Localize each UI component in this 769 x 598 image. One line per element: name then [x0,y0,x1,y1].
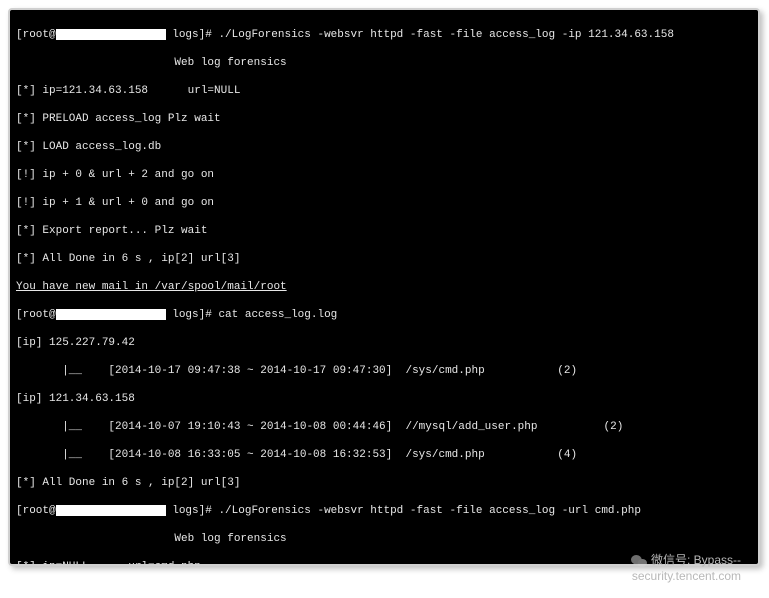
watermark-name: Bypass-- [694,553,741,567]
ip-header: [ip] 121.34.63.158 [16,392,752,406]
banner-line: Web log forensics [16,532,752,546]
watermark: 微信号: Bypass-- security.tencent.com [631,552,741,584]
prompt-user: root@ [23,505,56,517]
terminal-window[interactable]: [root@ logs]# ./LogForensics -websvr htt… [8,8,760,566]
output-line: [*] PRELOAD access_log Plz wait [16,112,752,126]
banner-line: Web log forensics [16,56,752,70]
log-row: |__ [2014-10-08 16:33:05 ~ 2014-10-08 16… [16,448,752,462]
command-2: cat access_log.log [218,309,337,321]
command-3: ./LogForensics -websvr httpd -fast -file… [218,505,640,517]
prompt-line-1: [root@ logs]# ./LogForensics -websvr htt… [16,28,752,42]
prompt-path: logs]# [172,309,212,321]
output-line: [*] All Done in 6 s , ip[2] url[3] [16,252,752,266]
output-line: [*] All Done in 6 s , ip[2] url[3] [16,476,752,490]
output-line: [*] LOAD access_log.db [16,140,752,154]
watermark-label: 微信号: [651,553,694,567]
prompt-user: root@ [23,29,56,41]
prompt-user: root@ [23,309,56,321]
watermark-top: 微信号: Bypass-- [631,552,741,568]
redacted-host [56,505,166,516]
ip-header: [ip] 125.227.79.42 [16,336,752,350]
output-line: [!] ip + 1 & url + 0 and go on [16,196,752,210]
command-1: ./LogForensics -websvr httpd -fast -file… [218,29,673,41]
log-row: |__ [2014-10-17 09:47:38 ~ 2014-10-17 09… [16,364,752,378]
output-line: [*] Export report... Plz wait [16,224,752,238]
redacted-host [56,309,166,320]
prompt-path: logs]# [172,29,212,41]
output-line: [*] ip=121.34.63.158 url=NULL [16,84,752,98]
prompt-line-3: [root@ logs]# ./LogForensics -websvr htt… [16,504,752,518]
output-line: [!] ip + 0 & url + 2 and go on [16,168,752,182]
prompt-path: logs]# [172,505,212,517]
mail-notice: You have new mail in /var/spool/mail/roo… [16,280,752,294]
log-row: |__ [2014-10-07 19:10:43 ~ 2014-10-08 00… [16,420,752,434]
prompt-line-2: [root@ logs]# cat access_log.log [16,308,752,322]
redacted-host [56,29,166,40]
watermark-bottom: security.tencent.com [631,568,741,584]
wechat-icon [631,554,647,568]
